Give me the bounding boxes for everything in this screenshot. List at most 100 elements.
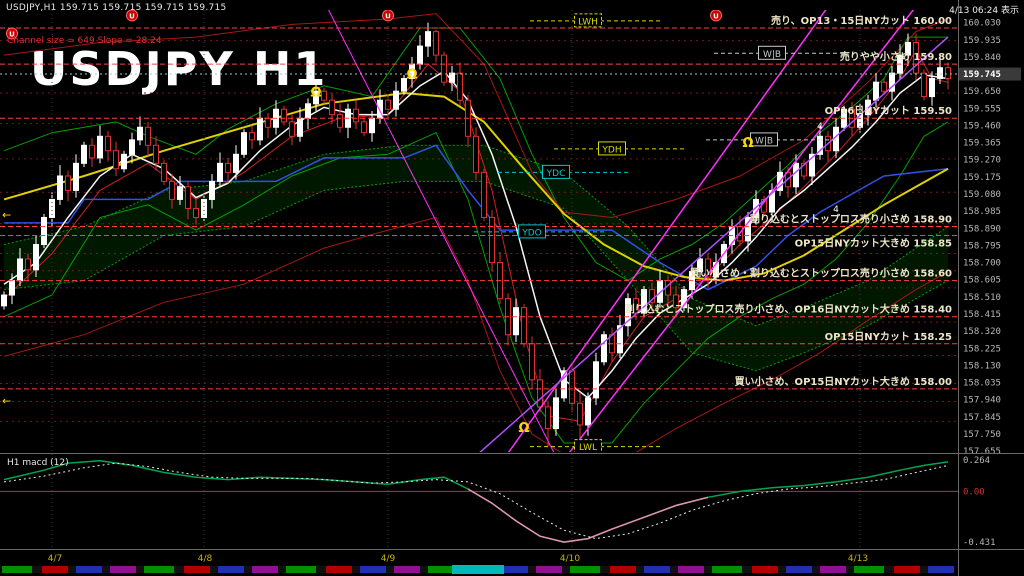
- price-axis-label: 158.225: [963, 344, 1001, 354]
- marker-box-label: LWH: [578, 17, 598, 27]
- candle-body: [58, 176, 63, 199]
- candle-body: [794, 163, 799, 186]
- candle-body: [42, 217, 47, 244]
- candle-body: [458, 73, 463, 100]
- session-bar-segment: [326, 566, 352, 573]
- session-bar-segment: [420, 566, 428, 573]
- marker-box-label: W|B: [763, 50, 781, 60]
- candle-body: [882, 82, 887, 91]
- candle-body: [218, 163, 223, 181]
- price-chart-canvas[interactable]: 売り、OP13・15日NYカット 160.00売りやや小さめ 159.80OP1…: [0, 0, 1024, 576]
- candle-body: [186, 187, 191, 209]
- alert-marker-glyph: U: [385, 12, 391, 20]
- candle-body: [834, 127, 839, 150]
- session-bar-segment: [600, 566, 610, 573]
- candle-body: [922, 73, 927, 96]
- session-bar-segment: [920, 566, 928, 573]
- macd-axis-label: -0.431: [963, 538, 996, 548]
- level-annotation: OP15日NYカット大きめ 158.85: [795, 237, 952, 250]
- candle-body: [474, 136, 479, 172]
- price-axis-label: 158.510: [963, 293, 1001, 303]
- level-annotation: 売りやや小さめ 159.80: [840, 50, 952, 63]
- session-bar-segment: [278, 566, 286, 573]
- date-axis-label: 4/7: [48, 554, 62, 564]
- session-bar-segment: [184, 566, 210, 573]
- price-axis-label: 158.415: [963, 310, 1001, 320]
- channel-info-label: Channel size = 649 Slope = 28.24: [7, 36, 162, 46]
- price-axis-label: 158.605: [963, 276, 1001, 286]
- candle-body: [386, 100, 391, 109]
- omega-marker-icon: Ω: [310, 86, 321, 101]
- macd-indicator-label: H1 macd (12): [7, 458, 69, 468]
- session-bar-segment: [110, 566, 136, 573]
- session-bar-segment: [42, 566, 68, 573]
- session-bar-segment: [562, 566, 570, 573]
- price-axis-label: 159.175: [963, 173, 1001, 183]
- date-axis-label: 4/13: [848, 554, 868, 564]
- candle-body: [530, 344, 535, 380]
- yellow-slow-ma: [4, 93, 948, 281]
- session-bar-segment: [502, 566, 528, 573]
- candle-body: [138, 127, 143, 140]
- candle-body: [322, 91, 327, 100]
- candle-body: [378, 100, 383, 118]
- macd-signal-line: [4, 463, 948, 538]
- session-bar-segment: [218, 566, 244, 573]
- session-bar-segment: [894, 566, 920, 573]
- session-bar-segment: [210, 566, 218, 573]
- session-bar-segment: [742, 566, 752, 573]
- candle-body: [242, 133, 247, 155]
- candle-body: [66, 176, 71, 190]
- marker-box-label: YDO: [521, 228, 542, 238]
- level-annotation: 買い小さめ、OP15日NYカット大きめ 158.00: [735, 375, 952, 388]
- price-axis-label: 160.030: [963, 19, 1001, 29]
- session-bar-segment: [928, 566, 954, 573]
- candle-body: [546, 407, 551, 429]
- datetime-label: 4/13 06:24 表示: [949, 3, 1019, 16]
- session-bar-segment: [704, 566, 712, 573]
- candle-body: [370, 118, 375, 132]
- session-bar-segment: [854, 566, 884, 573]
- price-axis-label: 159.650: [963, 87, 1001, 97]
- candle-body: [10, 281, 15, 295]
- candle-body: [210, 181, 215, 199]
- candle-body: [290, 122, 295, 136]
- omega-marker-icon: Ω: [518, 421, 529, 436]
- session-bar-segment: [786, 566, 812, 573]
- candle-body: [354, 109, 359, 122]
- session-bar-segment: [636, 566, 644, 573]
- price-axis-label: 158.320: [963, 327, 1001, 337]
- session-bar-segment: [32, 566, 42, 573]
- session-bar-segment: [386, 566, 394, 573]
- session-bar-segment: [360, 566, 386, 573]
- session-bar-segment: [644, 566, 670, 573]
- marker-box-label: YDC: [546, 169, 566, 179]
- candle-body: [90, 145, 95, 158]
- candle-body: [330, 100, 335, 114]
- session-bar-segment: [352, 566, 360, 573]
- candle-body: [146, 127, 151, 145]
- candle-body: [522, 308, 527, 344]
- session-bar-segment: [394, 566, 420, 573]
- marker-box-label: W|B: [755, 136, 773, 146]
- session-bar-segment: [68, 566, 76, 573]
- alert-marker-glyph: U: [129, 12, 135, 20]
- candle-body: [930, 79, 935, 97]
- macd-axis-label: 0.264: [963, 456, 990, 466]
- session-bar-segment: [286, 566, 316, 573]
- macd-main-line: [4, 461, 948, 542]
- candle-body: [194, 208, 199, 217]
- candle-body: [122, 154, 127, 168]
- price-axis-label: 159.365: [963, 139, 1001, 149]
- macd-axis-label: 0.00: [963, 487, 985, 497]
- candle-body: [490, 217, 495, 262]
- level-annotation: 買い小さめ・割り込むとストップロス売り小さめ 158.60: [690, 267, 952, 280]
- candle-body: [298, 118, 303, 136]
- candle-body: [514, 308, 519, 335]
- candle-body: [442, 55, 447, 82]
- candle-body: [178, 187, 183, 200]
- level-annotation: OP16日NYカット 159.50: [825, 105, 952, 117]
- price-axis-label: 159.935: [963, 36, 1001, 46]
- candle-body: [18, 259, 23, 281]
- session-bar-segment: [136, 566, 144, 573]
